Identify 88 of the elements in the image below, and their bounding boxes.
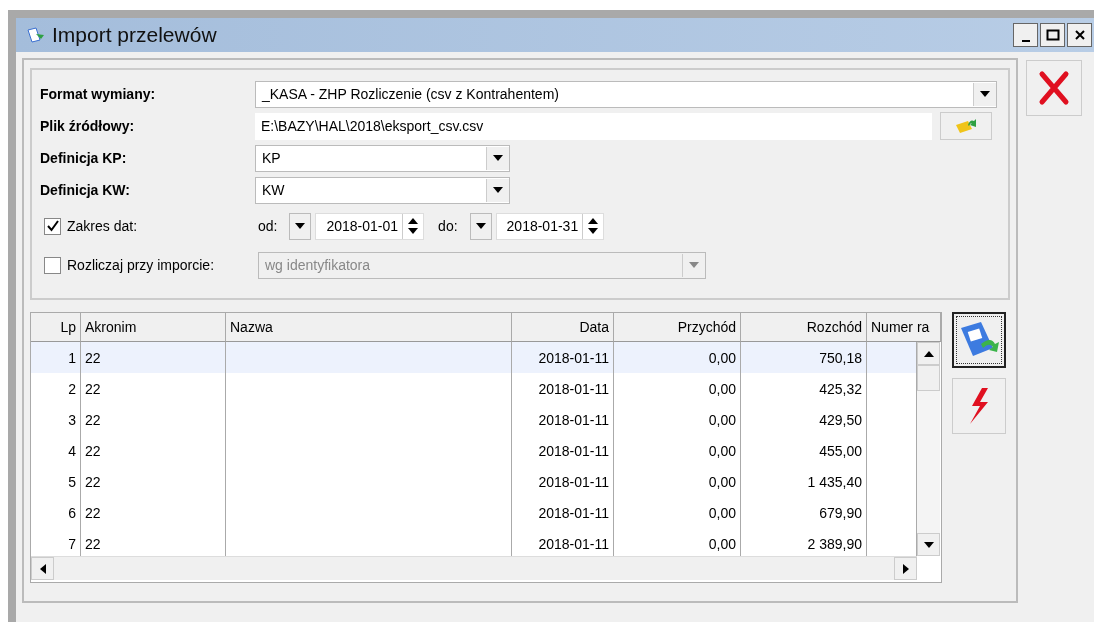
table-cell: 2018-01-11 <box>512 342 614 373</box>
date-label: do: <box>438 218 458 234</box>
column-header[interactable]: Akronim <box>81 313 226 342</box>
table-cell: 4 <box>31 435 81 466</box>
table-row[interactable]: 1 22 2018-01-11 0,00 750,18 <box>31 342 917 373</box>
caret-down-icon <box>493 187 503 193</box>
date-picker-button[interactable] <box>469 212 492 240</box>
scroll-left-button[interactable] <box>31 557 54 580</box>
caret-down-icon <box>295 223 306 229</box>
table-cell: 2 <box>31 373 81 404</box>
caret-down-icon <box>923 541 934 548</box>
table-cell: 1 435,40 <box>741 466 867 497</box>
dropdown[interactable]: _KASA - ZHP Rozliczenie (csv z Kontrahentem) <box>255 80 997 108</box>
table-cell: 2018-01-11 <box>512 466 614 497</box>
date-picker-button[interactable] <box>289 212 312 240</box>
maximize-icon <box>1045 29 1060 41</box>
window-title: Import przelewów <box>52 23 218 47</box>
field-label: Format wymiany: <box>40 86 157 102</box>
checkbox-label: Zakres dat: <box>67 218 138 234</box>
table-cell: 0,00 <box>614 373 741 404</box>
vertical-scrollbar[interactable] <box>917 342 940 556</box>
scroll-right-button[interactable] <box>894 557 917 580</box>
caret-down-icon <box>493 155 503 161</box>
dropdown[interactable]: KP <box>255 144 510 172</box>
folder-arrow-icon <box>954 117 978 135</box>
table-cell: 2018-01-11 <box>512 404 614 435</box>
caret-down-icon <box>475 223 486 229</box>
caret-up-icon <box>408 218 419 224</box>
cancel-button[interactable] <box>1026 60 1082 116</box>
checkbox[interactable] <box>44 217 61 235</box>
run-button[interactable] <box>952 378 1006 434</box>
column-header[interactable]: Data <box>512 313 614 342</box>
field-label: Definicja KW: <box>40 182 131 198</box>
table-cell: 22 <box>81 466 226 497</box>
table-cell: 455,00 <box>741 435 867 466</box>
caret-down-icon <box>588 228 599 234</box>
table-cell: 2018-01-11 <box>512 497 614 528</box>
column-header[interactable]: Rozchód <box>741 313 867 342</box>
table-cell: 22 <box>81 435 226 466</box>
table-cell: 0,00 <box>614 466 741 497</box>
scroll-up-button[interactable] <box>917 342 940 365</box>
minimize-icon <box>1021 40 1030 42</box>
table-cell: 5 <box>31 466 81 497</box>
column-header[interactable]: Numer ra <box>867 313 941 342</box>
table-cell: 750,18 <box>741 342 867 373</box>
date-field[interactable]: 2018-01-01 <box>315 212 425 240</box>
caret-left-icon <box>39 563 46 574</box>
dropdown[interactable]: KW <box>255 176 510 204</box>
table-cell: 425,32 <box>741 373 867 404</box>
table-cell: 0,00 <box>614 435 741 466</box>
caret-up-icon <box>588 218 599 224</box>
file-path-field[interactable]: E:\BAZY\HAL\2018\eksport_csv.csv <box>255 112 932 140</box>
date-label: od: <box>258 218 278 234</box>
horizontal-scrollbar[interactable] <box>31 556 917 580</box>
scroll-down-button[interactable] <box>917 533 940 556</box>
table-cell: 429,50 <box>741 404 867 435</box>
table-cell: 1 <box>31 342 81 373</box>
caret-right-icon <box>902 563 909 574</box>
app-icon <box>26 26 46 44</box>
field-label: Plik źródłowy: <box>40 118 136 134</box>
close-button[interactable] <box>1067 23 1092 47</box>
column-header[interactable]: Lp <box>31 313 81 342</box>
caret-down-icon <box>689 262 699 268</box>
caret-down-icon <box>980 91 990 97</box>
table-cell: 22 <box>81 404 226 435</box>
date-field[interactable]: 2018-01-31 <box>495 212 605 240</box>
table-cell: 3 <box>31 404 81 435</box>
scroll-thumb[interactable] <box>917 365 940 391</box>
caret-down-icon <box>408 228 419 234</box>
table-cell: 6 <box>31 497 81 528</box>
table-cell: 22 <box>81 497 226 528</box>
table-cell: 0,00 <box>614 404 741 435</box>
table-cell: 0,00 <box>614 497 741 528</box>
caret-up-icon <box>923 350 934 357</box>
table-cell: 22 <box>81 373 226 404</box>
table-cell: 679,90 <box>741 497 867 528</box>
table-cell: 2018-01-11 <box>512 435 614 466</box>
checkbox-label: Rozliczaj przy imporcie: <box>67 257 215 273</box>
column-header[interactable]: Przychód <box>614 313 741 342</box>
field-label: Definicja KP: <box>40 150 128 166</box>
maximize-button[interactable] <box>1040 23 1065 47</box>
table-cell: 22 <box>81 342 226 373</box>
table-cell: 0,00 <box>614 342 741 373</box>
import-button[interactable] <box>952 312 1006 368</box>
column-header[interactable]: Nazwa <box>226 313 512 342</box>
close-icon <box>1073 29 1086 41</box>
table-cell: 2018-01-11 <box>512 373 614 404</box>
minimize-button[interactable] <box>1013 23 1038 47</box>
